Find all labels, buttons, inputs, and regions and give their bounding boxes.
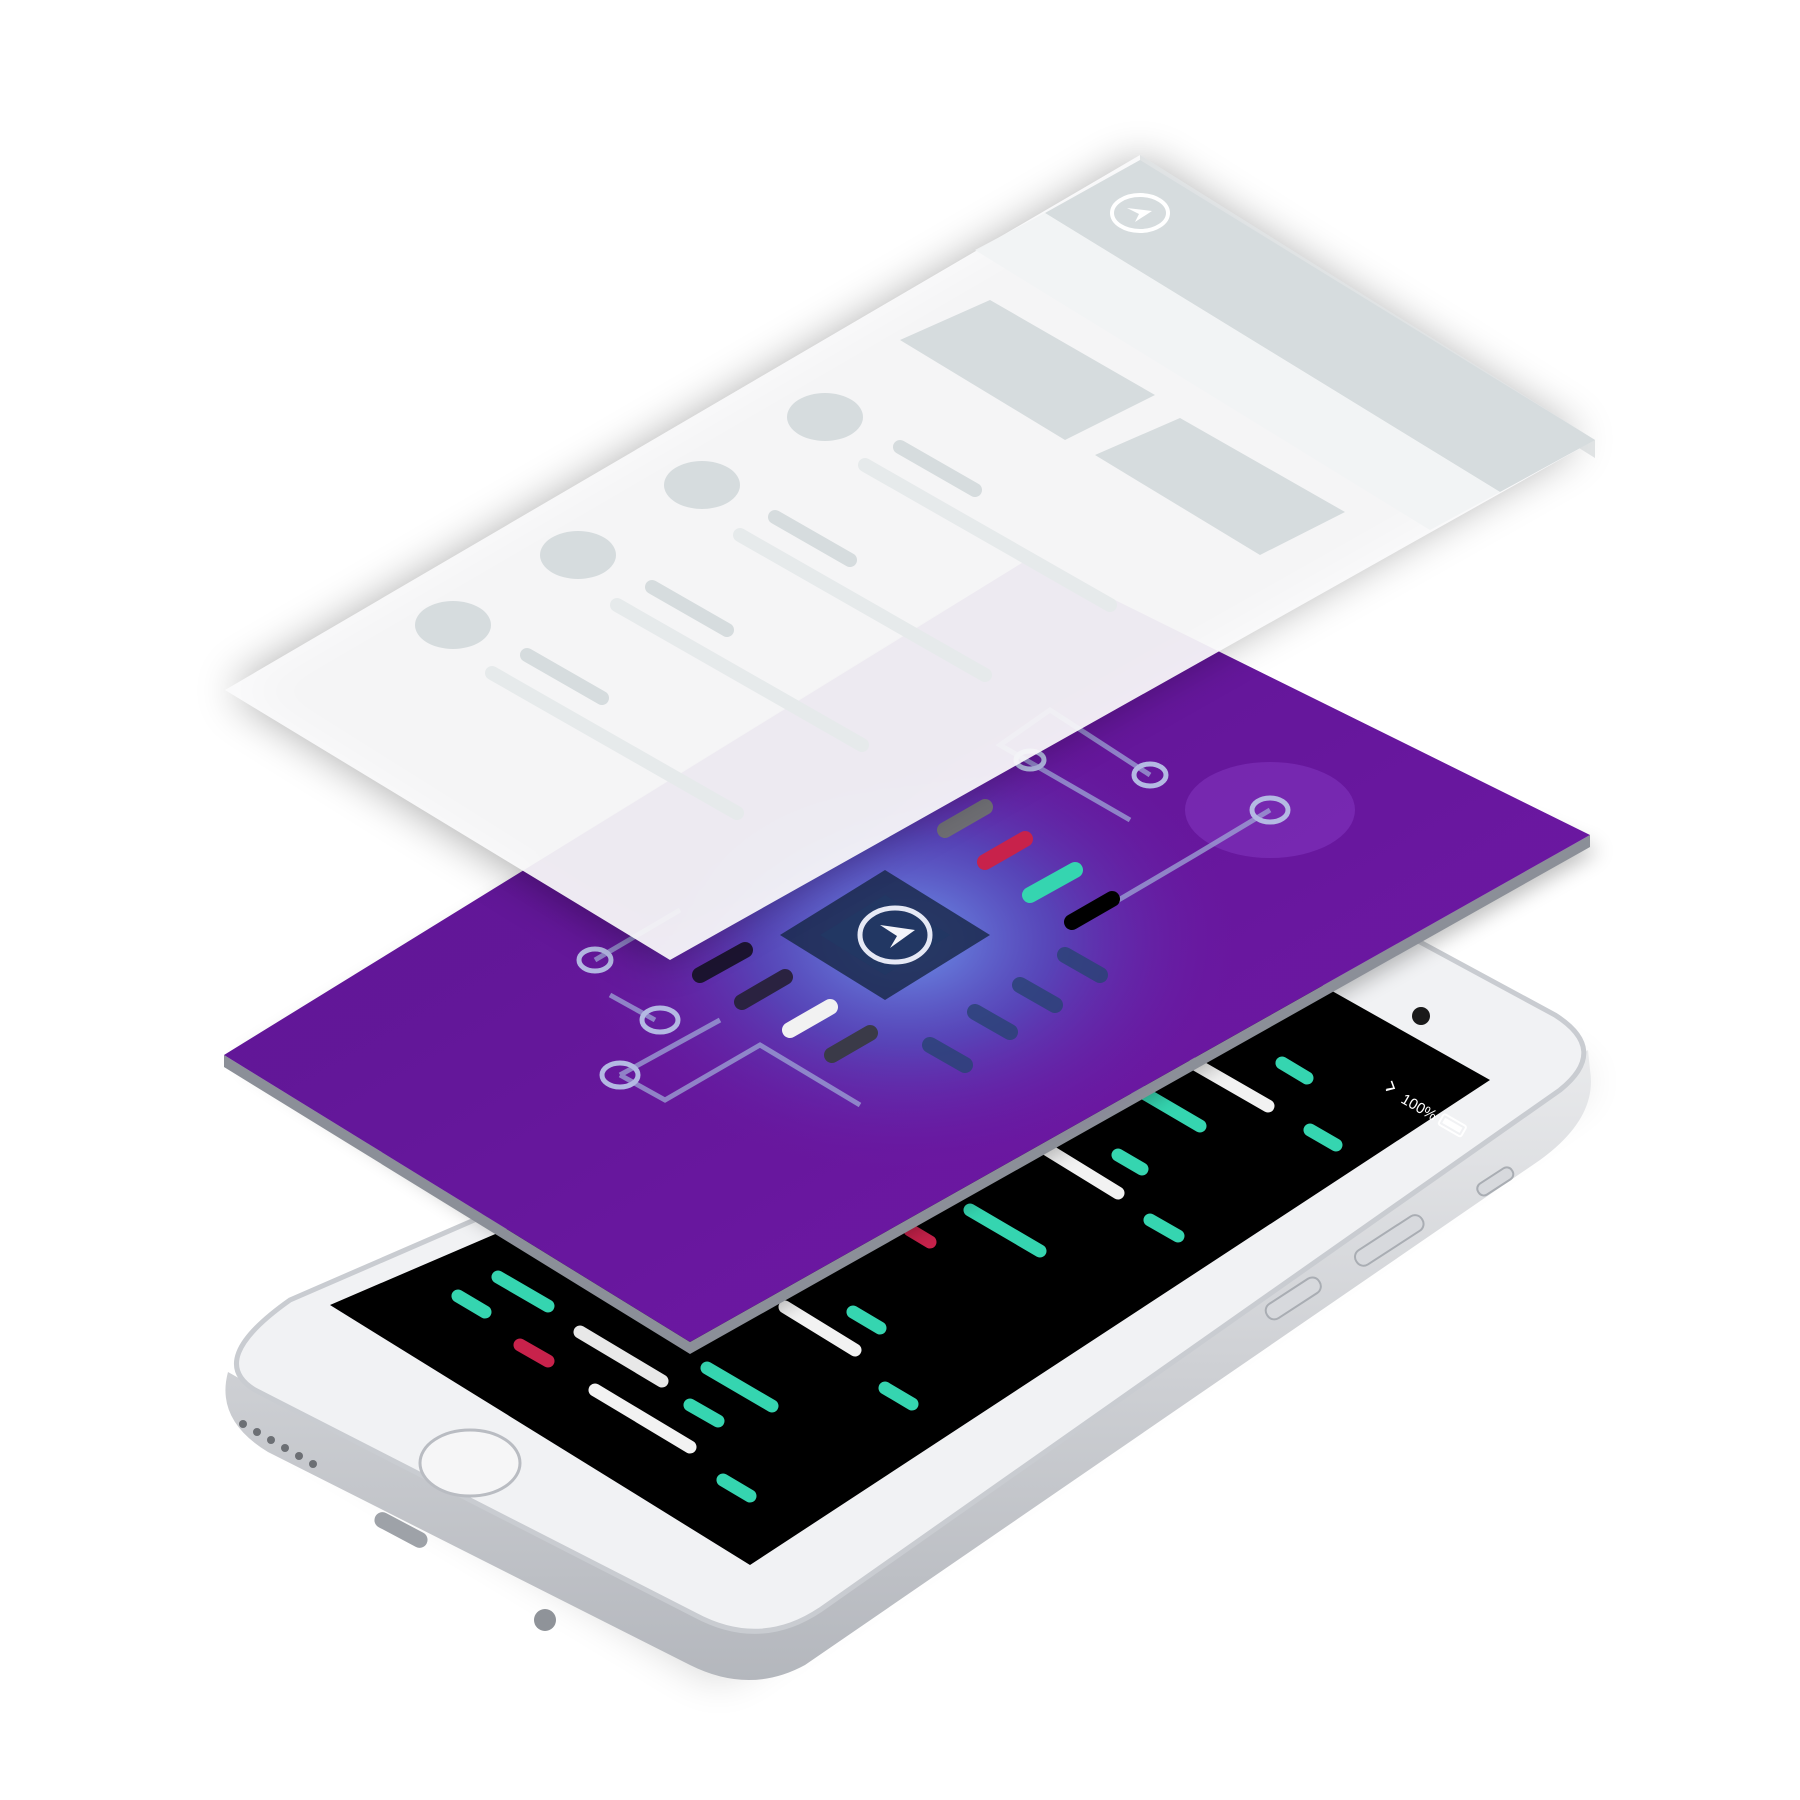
isometric-app-mockup: 100% — [224, 155, 1600, 1680]
home-button-icon[interactable] — [418, 1428, 522, 1498]
wireframe-avatar — [415, 601, 491, 649]
wireframe-avatar — [664, 461, 740, 509]
wireframe-avatar — [540, 531, 616, 579]
wireframe-avatar — [787, 393, 863, 441]
front-camera — [1412, 1007, 1430, 1025]
headphone-jack — [534, 1609, 556, 1631]
